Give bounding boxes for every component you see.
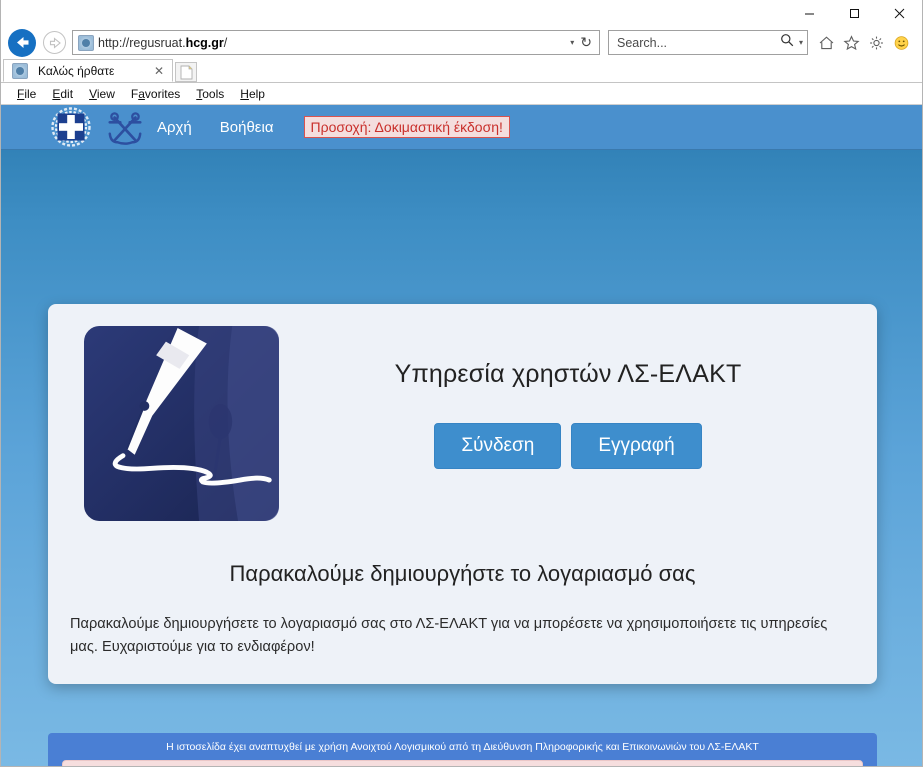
main-card: Υπηρεσία χρηστών ΛΣ-ΕΛΑΚΤ Σύνδεση Εγγραφ… bbox=[48, 304, 877, 685]
menu-item-favorites[interactable]: Favorites bbox=[123, 85, 188, 103]
card-button-row: Σύνδεση Εγγραφή bbox=[279, 423, 857, 469]
navbar-test-version-warning: Προσοχή: Δοκιμαστική έκδοση! bbox=[303, 116, 510, 138]
title-bar bbox=[1, 0, 922, 26]
forward-button[interactable] bbox=[39, 28, 69, 58]
chevron-down-icon[interactable]: ▾ bbox=[564, 38, 580, 47]
close-button[interactable] bbox=[877, 0, 922, 26]
menu-item-file[interactable]: File bbox=[9, 85, 44, 103]
card-spacer bbox=[68, 521, 857, 555]
fountain-pen-nib-logo bbox=[84, 326, 279, 521]
search-placeholder: Search... bbox=[617, 35, 668, 50]
site-footer: Η ιστοσελίδα έχει αναπτυχθεί με χρήση Αν… bbox=[48, 733, 877, 766]
crossed-anchors-icon[interactable] bbox=[103, 109, 143, 145]
card-header-row: Υπηρεσία χρηστών ΛΣ-ΕΛΑΚΤ Σύνδεση Εγγραφ… bbox=[68, 318, 857, 521]
browser-toolbar-icons bbox=[814, 30, 914, 55]
tab-strip: Καλώς ήρθατε ✕ bbox=[1, 59, 922, 83]
tab-title: Καλώς ήρθατε bbox=[38, 63, 115, 78]
address-bar[interactable]: http://regusruat.hcg.gr/ ▾ ↻ bbox=[72, 30, 600, 55]
menu-item-tools[interactable]: Tools bbox=[188, 85, 232, 103]
create-account-body: Παρακαλούμε δημιουργήσετε το λογαριασμό … bbox=[70, 616, 828, 655]
smiley-feedback-icon[interactable] bbox=[889, 30, 914, 55]
close-tab-icon[interactable]: ✕ bbox=[152, 64, 166, 78]
site-navbar: Αρχή Βοήθεια Προσοχή: Δοκιμαστική έκδοση… bbox=[1, 105, 922, 150]
browser-toolbar: http://regusruat.hcg.gr/ ▾ ↻ Search... ▾ bbox=[1, 26, 922, 59]
search-box[interactable]: Search... ▾ bbox=[608, 30, 808, 55]
favorites-star-icon[interactable] bbox=[839, 30, 864, 55]
browser-window: http://regusruat.hcg.gr/ ▾ ↻ Search... ▾ bbox=[0, 0, 923, 767]
nav-link-help[interactable]: Βοήθεια bbox=[206, 119, 288, 136]
minimize-button[interactable] bbox=[787, 0, 832, 26]
login-button[interactable]: Σύνδεση bbox=[434, 423, 562, 469]
search-icon[interactable] bbox=[780, 33, 794, 52]
menu-item-view[interactable]: View bbox=[81, 85, 123, 103]
tab-favicon-icon bbox=[12, 62, 28, 79]
back-arrow-icon bbox=[8, 28, 36, 57]
back-button[interactable] bbox=[5, 28, 39, 58]
settings-gear-icon[interactable] bbox=[864, 30, 889, 55]
nav-link-home[interactable]: Αρχή bbox=[143, 119, 206, 136]
greek-coat-of-arms-icon[interactable] bbox=[51, 107, 91, 147]
menu-item-edit[interactable]: Edit bbox=[44, 85, 81, 103]
menu-item-help[interactable]: Help bbox=[232, 85, 273, 103]
maximize-button[interactable] bbox=[832, 0, 877, 26]
forward-arrow-icon bbox=[42, 31, 66, 54]
page-title: Υπηρεσία χρηστών ΛΣ-ΕΛΑΚΤ bbox=[394, 360, 742, 388]
new-tab-button[interactable] bbox=[175, 62, 197, 82]
menu-bar: File Edit View Favorites Tools Help bbox=[1, 83, 922, 105]
register-button[interactable]: Εγγραφή bbox=[571, 423, 702, 469]
create-account-heading: Παρακαλούμε δημιουργήστε το λογαριασμό σ… bbox=[229, 561, 696, 586]
site-favicon-icon bbox=[78, 34, 94, 51]
footer-dev-notice: Η ιστοσελίδα έχει αναπτυχθεί με χρήση Αν… bbox=[166, 741, 759, 753]
footer-blue-panel: Η ιστοσελίδα έχει αναπτυχθεί με χρήση Αν… bbox=[48, 733, 877, 766]
browser-tab[interactable]: Καλώς ήρθατε ✕ bbox=[3, 59, 173, 82]
refresh-icon[interactable]: ↻ bbox=[580, 34, 596, 51]
card-headline: Υπηρεσία χρηστών ΛΣ-ΕΛΑΚΤ Σύνδεση Εγγραφ… bbox=[279, 318, 857, 469]
address-bar-url: http://regusruat.hcg.gr/ bbox=[98, 35, 228, 50]
home-icon[interactable] bbox=[814, 30, 839, 55]
search-dropdown-icon[interactable]: ▾ bbox=[794, 38, 803, 47]
footer-test-version-alert: Προσοχή: Δοκιμαστική έκδοση! bbox=[62, 760, 863, 766]
web-page: Αρχή Βοήθεια Προσοχή: Δοκιμαστική έκδοση… bbox=[1, 105, 922, 766]
